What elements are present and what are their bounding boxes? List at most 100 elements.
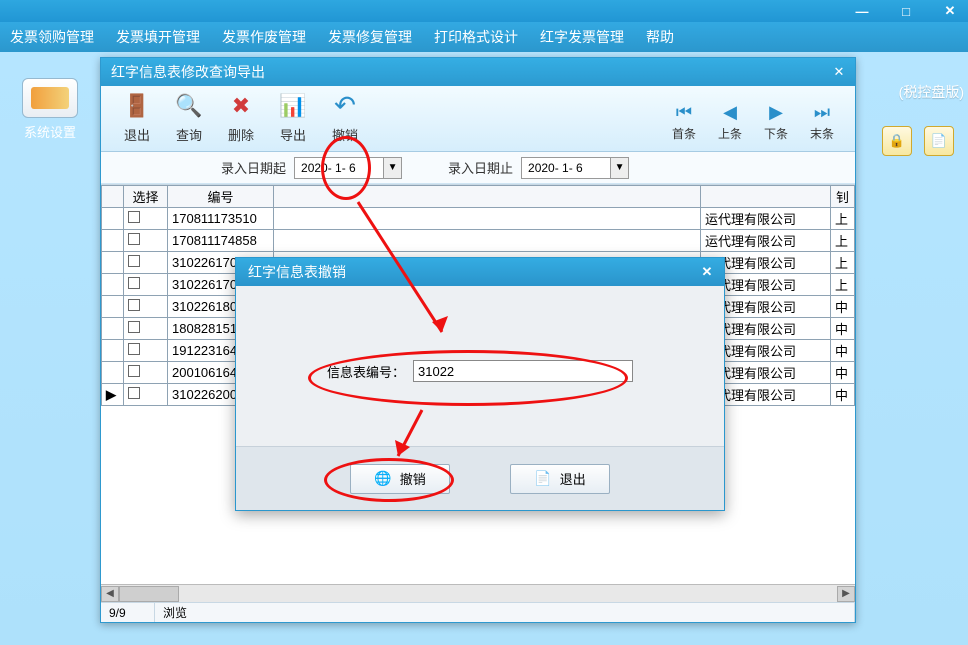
checkbox-icon[interactable] (128, 365, 140, 377)
date-from-dropdown[interactable]: ▼ (383, 158, 401, 178)
os-titlebar: — □ ✕ (0, 0, 968, 22)
revoke-dialog-title: 红字信息表撤销 (248, 262, 696, 282)
scroll-right[interactable]: ▶ (837, 586, 855, 602)
export-icon: 📊 (276, 90, 310, 122)
revoke-dialog: 红字信息表撤销 ✕ 信息表编号： 🌐 撤销 📄 退出 (235, 257, 725, 511)
row-select[interactable] (124, 208, 168, 230)
col-mark: 钊 (831, 186, 855, 208)
row-mark: 中 (831, 296, 855, 318)
os-minimize-button[interactable]: — (848, 2, 876, 20)
toolbar-delete-label: 删除 (228, 125, 254, 144)
checkbox-icon[interactable] (128, 233, 140, 245)
scroll-thumb[interactable] (119, 586, 179, 602)
row-select[interactable] (124, 274, 168, 296)
first-icon: ⏮ (676, 102, 692, 123)
row-select[interactable] (124, 384, 168, 406)
prev-icon: ◀ (723, 102, 737, 123)
next-icon: ▶ (769, 102, 783, 123)
menu-help[interactable]: 帮助 (646, 27, 674, 47)
row-mark: 上 (831, 252, 855, 274)
dialog-exit-button[interactable]: 📄 退出 (510, 464, 610, 494)
side-tool-2[interactable]: 📄 (924, 126, 954, 156)
checkbox-icon[interactable] (128, 277, 140, 289)
row-select[interactable] (124, 362, 168, 384)
exit-icon: 🚪 (120, 90, 154, 122)
search-icon: 🔍 (172, 90, 206, 122)
checkbox-icon[interactable] (128, 255, 140, 267)
col-blank (274, 186, 701, 208)
toolbar-export-button[interactable]: 📊 导出 (267, 90, 319, 148)
menu-receipt-fill[interactable]: 发票填开管理 (116, 27, 200, 47)
table-row[interactable]: 170811174858运代理有限公司上 (102, 230, 855, 252)
row-mark: 上 (831, 274, 855, 296)
side-tool-1[interactable]: 🔒 (882, 126, 912, 156)
dialog-revoke-label: 撤销 (400, 469, 426, 488)
date-to-label: 录入日期止 (448, 158, 513, 177)
row-indicator (102, 230, 124, 252)
toolbar-delete-button[interactable]: ✖ 删除 (215, 90, 267, 148)
red-info-titlebar: 红字信息表修改查询导出 ✕ (101, 58, 855, 86)
os-maximize-button[interactable]: □ (892, 2, 920, 20)
row-select[interactable] (124, 230, 168, 252)
checkbox-icon[interactable] (128, 321, 140, 333)
menu-receipt-repair[interactable]: 发票修复管理 (328, 27, 412, 47)
menu-red-invoice[interactable]: 红字发票管理 (540, 27, 624, 47)
date-to-combo[interactable]: ▼ (521, 157, 629, 179)
nav-last-button[interactable]: ⏭ 末条 (799, 92, 845, 146)
checkbox-icon[interactable] (128, 211, 140, 223)
filter-bar: 录入日期起 ▼ 录入日期止 ▼ (101, 152, 855, 184)
checkbox-icon[interactable] (128, 343, 140, 355)
checkbox-icon[interactable] (128, 387, 140, 399)
delete-icon: ✖ (224, 90, 258, 122)
row-mark: 中 (831, 362, 855, 384)
toolbar-revoke-button[interactable]: ↶ 撤销 (319, 90, 371, 148)
toolbar-query-button[interactable]: 🔍 查询 (163, 90, 215, 148)
menu-print-design[interactable]: 打印格式设计 (434, 27, 518, 47)
row-select[interactable] (124, 296, 168, 318)
menu-receipt-purchase[interactable]: 发票领购管理 (10, 27, 94, 47)
system-settings-label: 系统设置 (14, 122, 86, 141)
status-mode: 浏览 (155, 603, 855, 622)
horizontal-scrollbar[interactable]: ◀ ▶ (101, 584, 855, 602)
info-no-input[interactable] (413, 360, 633, 382)
nav-next-button[interactable]: ▶ 下条 (753, 92, 799, 146)
globe-icon: 🌐 (374, 470, 391, 487)
scroll-left[interactable]: ◀ (101, 586, 119, 602)
status-position: 9/9 (101, 603, 155, 622)
toolbar-exit-label: 退出 (124, 125, 150, 144)
row-mark: 上 (831, 208, 855, 230)
table-row[interactable]: 170811173510 运代理有限公司上 (102, 208, 855, 230)
row-indicator (102, 252, 124, 274)
row-indicator (102, 296, 124, 318)
row-mark: 中 (831, 340, 855, 362)
row-company: 运代理有限公司 (701, 208, 831, 230)
menu-receipt-void[interactable]: 发票作废管理 (222, 27, 306, 47)
date-to-input[interactable] (522, 158, 610, 178)
date-from-input[interactable] (295, 158, 383, 178)
system-settings-tile[interactable]: 系统设置 (14, 78, 86, 141)
dialog-exit-label: 退出 (560, 469, 586, 488)
nav-last-label: 末条 (810, 125, 834, 142)
row-select[interactable] (124, 252, 168, 274)
row-number: 170811173510 (168, 208, 274, 230)
date-to-dropdown[interactable]: ▼ (610, 158, 628, 178)
os-close-button[interactable]: ✕ (936, 2, 964, 20)
row-mark: 中 (831, 384, 855, 406)
edition-label: (税控盘版) (899, 82, 964, 102)
nav-prev-button[interactable]: ◀ 上条 (707, 92, 753, 146)
row-select[interactable] (124, 318, 168, 340)
dialog-revoke-button[interactable]: 🌐 撤销 (350, 464, 450, 494)
date-from-combo[interactable]: ▼ (294, 157, 402, 179)
toolbar-export-label: 导出 (280, 125, 306, 144)
scroll-track[interactable] (119, 586, 837, 602)
row-select[interactable] (124, 340, 168, 362)
toolbar-exit-button[interactable]: 🚪 退出 (111, 90, 163, 148)
row-indicator (102, 208, 124, 230)
red-info-close-button[interactable]: ✕ (829, 62, 849, 82)
toolbar: 🚪 退出 🔍 查询 ✖ 删除 📊 导出 ↶ 撤销 ⏮ 首条 (101, 86, 855, 152)
app-body: 系统设置 (税控盘版) 🔒 📄 红字信息表修改查询导出 ✕ 🚪 退出 🔍 查询 … (0, 52, 968, 645)
checkbox-icon[interactable] (128, 299, 140, 311)
revoke-dialog-close-button[interactable]: ✕ (696, 262, 718, 282)
row-indicator (102, 274, 124, 296)
nav-first-button[interactable]: ⏮ 首条 (661, 92, 707, 146)
